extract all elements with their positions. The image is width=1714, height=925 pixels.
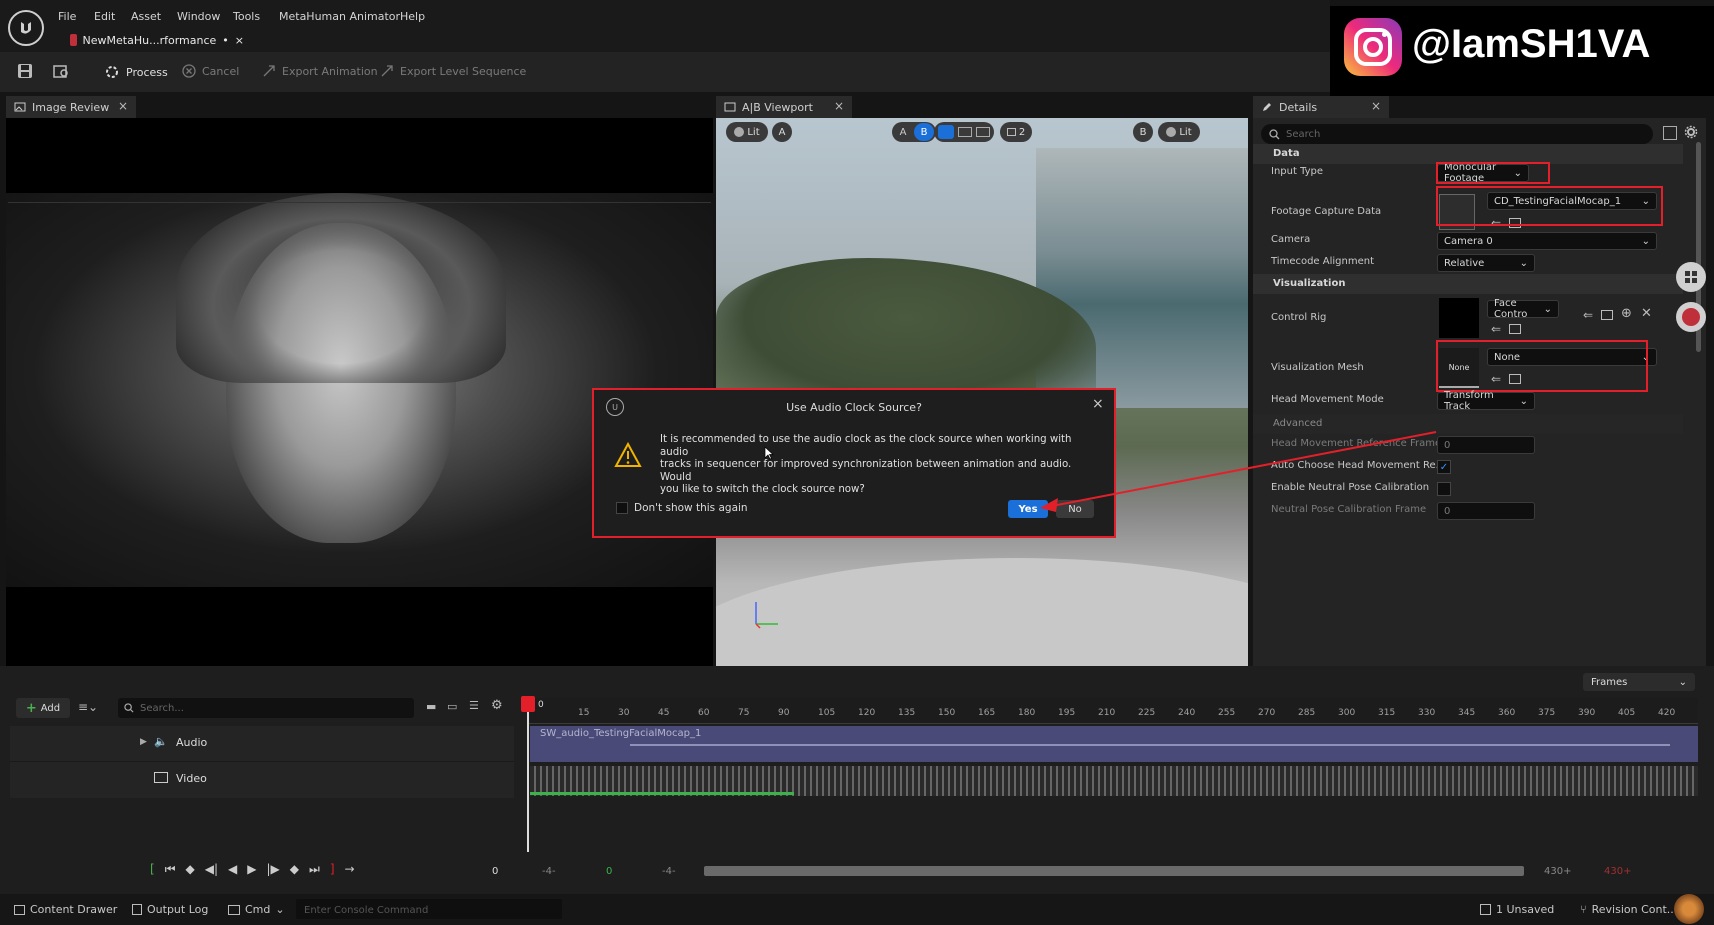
- plus-icon: +: [25, 700, 37, 716]
- expand-icon[interactable]: ▭: [447, 700, 457, 713]
- working-range-mid: -4-: [662, 866, 676, 877]
- status-bar: Content Drawer Output Log Cmd ⌄ Enter Co…: [0, 894, 1714, 925]
- search-icon: [124, 703, 134, 713]
- sequencer-settings-icon[interactable]: ⚙: [491, 698, 503, 713]
- video-track-label: Video: [176, 772, 207, 785]
- expand-arrow-icon[interactable]: ▶: [140, 737, 147, 747]
- speaker-icon: 🔈: [154, 735, 168, 748]
- frames-label: Frames: [1591, 676, 1628, 688]
- frames-dropdown[interactable]: Frames ⌄: [1583, 673, 1695, 691]
- cmd-dropdown[interactable]: Cmd ⌄: [228, 903, 285, 916]
- view-range-end: 430+: [1544, 866, 1572, 877]
- audio-track-label: Audio: [176, 736, 208, 749]
- view-range-start: -4-: [542, 866, 556, 877]
- video-loaded-bar: [530, 792, 794, 795]
- add-label: Add: [40, 702, 61, 714]
- unsaved-icon: [1480, 904, 1491, 915]
- step-forward-icon[interactable]: |▶: [266, 862, 279, 877]
- ruler-tick: 60: [698, 708, 710, 718]
- timeline-scrollbar[interactable]: [704, 866, 1524, 876]
- cmd-label: Cmd: [245, 903, 271, 916]
- transport-controls: [ ⏮ ◆ ◀| ◀ ▶ |▶ ◆ ⏭ ] →: [150, 862, 355, 877]
- ruler-tick: 15: [578, 708, 590, 718]
- ruler-tick: 375: [1538, 708, 1556, 718]
- track-row-video[interactable]: Video: [10, 762, 514, 798]
- audio-clip-label: SW_audio_TestingFacialMocap_1: [540, 728, 702, 739]
- ruler-tick: 135: [898, 708, 916, 718]
- unsaved-button[interactable]: 1 Unsaved: [1480, 903, 1554, 916]
- collapse-icon[interactable]: ▬: [426, 700, 436, 713]
- console-input[interactable]: Enter Console Command: [296, 899, 562, 919]
- ruler-tick: 300: [1338, 708, 1356, 718]
- ruler-tick: 225: [1138, 708, 1156, 718]
- output-log-icon: [132, 904, 142, 915]
- loop-icon[interactable]: →: [345, 862, 355, 877]
- unsaved-label: 1 Unsaved: [1496, 903, 1555, 916]
- ruler-tick: 270: [1258, 708, 1276, 718]
- track-search-placeholder: Search...: [140, 702, 184, 714]
- output-log-button[interactable]: Output Log: [132, 903, 208, 916]
- ruler-tick: 30: [618, 708, 630, 718]
- ruler-tick: 405: [1618, 708, 1636, 718]
- ruler-tick: 90: [778, 708, 790, 718]
- audio-clip[interactable]: SW_audio_TestingFacialMocap_1: [530, 726, 1698, 762]
- step-back-icon[interactable]: ◀|: [205, 862, 218, 877]
- play-icon[interactable]: ▶: [247, 862, 256, 877]
- video-icon: [154, 772, 168, 783]
- content-drawer-button[interactable]: Content Drawer: [14, 903, 117, 916]
- ruler-tick: 120: [858, 708, 876, 718]
- ruler-tick: 75: [738, 708, 750, 718]
- play-reverse-icon[interactable]: ◀: [228, 862, 237, 877]
- content-drawer-icon: [14, 904, 25, 915]
- ruler-tick: 150: [938, 708, 956, 718]
- track-row-audio[interactable]: ▶ 🔈 Audio: [10, 726, 514, 762]
- console-placeholder: Enter Console Command: [304, 905, 429, 916]
- ruler-tick: 195: [1058, 708, 1076, 718]
- ruler-tick: 330: [1418, 708, 1436, 718]
- ruler-tick: 345: [1458, 708, 1476, 718]
- video-frames-strip[interactable]: [530, 766, 1698, 796]
- playhead[interactable]: [521, 696, 535, 852]
- ruler-tick: 45: [658, 708, 670, 718]
- chevron-down-icon: ⌄: [275, 903, 285, 916]
- working-range-start: 0: [606, 866, 613, 877]
- ruler-tick: 240: [1178, 708, 1196, 718]
- ruler-tick: 180: [1018, 708, 1036, 718]
- terminal-icon: [228, 904, 240, 915]
- sequencer-panel: Frames ⌄ + Add ≡⌄ Search... ▬ ▭ ☰ ⚙ ▶ 🔈 Au…: [0, 666, 1714, 894]
- add-track-button[interactable]: + Add: [16, 698, 70, 718]
- ruler-tick: 420: [1658, 708, 1676, 718]
- ruler-tick: 105: [818, 708, 836, 718]
- content-drawer-label: Content Drawer: [30, 903, 118, 916]
- current-frame: 0: [492, 866, 499, 877]
- ruler-tick: 390: [1578, 708, 1596, 718]
- list-icon[interactable]: ☰: [469, 699, 479, 712]
- ruler-tick: 285: [1298, 708, 1316, 718]
- fox-avatar-icon: [1674, 894, 1704, 924]
- output-log-label: Output Log: [147, 903, 209, 916]
- filter-icon[interactable]: ≡⌄: [78, 700, 98, 714]
- audio-waveform: [630, 744, 1670, 746]
- ruler-tick: 165: [978, 708, 996, 718]
- prev-key-icon[interactable]: ◆: [186, 862, 195, 877]
- jump-start-icon[interactable]: ⏮: [165, 862, 176, 877]
- chevron-down-icon: ⌄: [1678, 676, 1687, 688]
- ruler-tick: 315: [1378, 708, 1396, 718]
- revision-control-button[interactable]: ⑂ Revision Cont...: [1580, 903, 1677, 916]
- ruler-tick: 210: [1098, 708, 1116, 718]
- playhead-frame: 0: [538, 700, 544, 710]
- next-key-icon[interactable]: ◆: [290, 862, 299, 877]
- ruler-tick: 255: [1218, 708, 1236, 718]
- track-search[interactable]: Search...: [118, 698, 414, 718]
- revision-control-label: Revision Cont...: [1591, 903, 1678, 916]
- working-range-end: 430+: [1604, 866, 1632, 877]
- revision-control-icon: ⑂: [1580, 903, 1587, 916]
- range-end-icon[interactable]: ]: [330, 862, 335, 877]
- jump-end-icon[interactable]: ⏭: [309, 862, 320, 877]
- ruler-tick: 360: [1498, 708, 1516, 718]
- range-start-icon[interactable]: [: [150, 862, 155, 877]
